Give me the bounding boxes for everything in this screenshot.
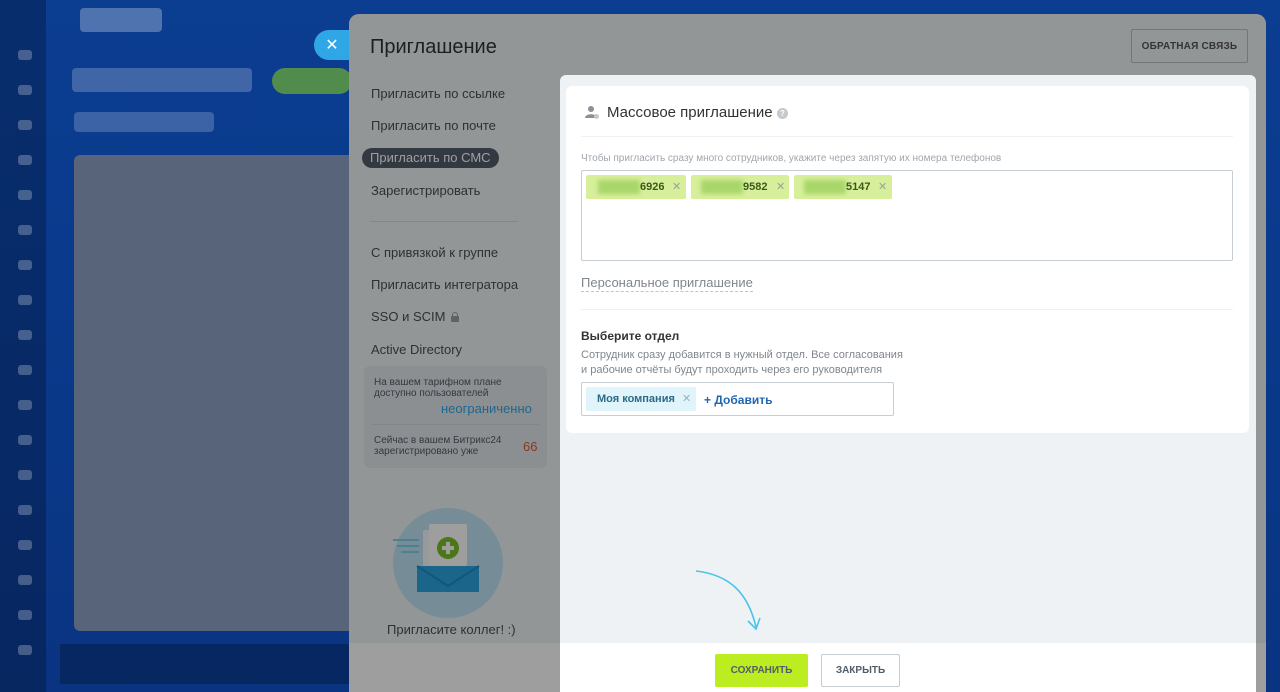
bg-menu-icon (18, 85, 32, 95)
nav-divider (370, 221, 518, 222)
bg-menu-icon (18, 575, 32, 585)
bg-page-title (72, 68, 252, 92)
registered-count: 66 (523, 439, 538, 454)
bg-footer (60, 644, 360, 684)
bg-menu-icon (18, 470, 32, 480)
bg-filter (74, 112, 214, 132)
save-button[interactable]: СОХРАНИТЬ (715, 654, 808, 687)
bg-menu-icon (18, 610, 32, 620)
bg-action-button (272, 68, 352, 94)
nav-invite-by-email[interactable]: Пригласить по почте (371, 118, 496, 133)
feedback-button[interactable]: ОБРАТНАЯ СВЯЗЬ (1131, 29, 1248, 63)
bg-menu-icon (18, 50, 32, 60)
close-icon: ✕ (325, 37, 339, 54)
phone-redacted (598, 180, 640, 194)
remove-icon[interactable]: ✕ (878, 175, 887, 199)
invite-envelope-illustration (393, 508, 503, 618)
nav-invite-by-sms[interactable]: Пригласить по СМС (362, 148, 499, 168)
phone-tag-value: 6926 (640, 181, 665, 193)
phones-hint: Чтобы пригласить сразу много сотрудников… (581, 153, 1002, 164)
personal-invite-link[interactable]: Персональное приглашение (581, 275, 753, 292)
phone-tag[interactable]: 9582 ✕ (691, 175, 789, 199)
nav-register[interactable]: Зарегистрировать (371, 183, 480, 198)
slider-title: Приглашение (370, 36, 497, 58)
info-divider (372, 424, 539, 425)
bg-menu-icon (18, 435, 32, 445)
bg-user-card (74, 155, 364, 631)
bg-menu-icon (18, 645, 32, 655)
phone-redacted (701, 180, 743, 194)
mass-invite-title: Массовое приглашение (607, 104, 773, 121)
illustration-caption: Пригласите коллег! :) (387, 622, 516, 637)
nav-active-directory[interactable]: Active Directory (371, 342, 462, 357)
bg-menu-icon (18, 400, 32, 410)
lock-icon (451, 312, 460, 322)
phone-tag[interactable]: 6926 ✕ (586, 175, 686, 199)
phone-redacted (804, 180, 846, 194)
close-button[interactable]: ЗАКРЫТЬ (821, 654, 900, 687)
nav-invite-by-link[interactable]: Пригласить по ссылке (371, 86, 505, 101)
department-title: Выберите отдел (581, 329, 680, 343)
nav-sso-label: SSO и SCIM (371, 309, 446, 324)
bg-menu-icon (18, 505, 32, 515)
bg-menu-icon (18, 295, 32, 305)
bg-menu-icon (18, 365, 32, 375)
user-icon (585, 106, 599, 119)
card-divider (581, 136, 1233, 137)
bg-menu-icon (18, 540, 32, 550)
remove-icon[interactable]: ✕ (776, 175, 785, 199)
nav-sso-scim[interactable]: SSO и SCIM (371, 309, 460, 324)
pointer-arrow-icon (695, 570, 761, 631)
nav-invite-integrator[interactable]: Пригласить интегратора (371, 277, 518, 292)
remove-icon[interactable]: ✕ (682, 387, 691, 411)
bg-menu-icon (18, 260, 32, 270)
phone-tag-value: 5147 (846, 181, 871, 193)
close-slider-button[interactable]: ✕ (314, 30, 350, 60)
bg-menu-icon (18, 330, 32, 340)
phone-tag[interactable]: 5147 ✕ (794, 175, 892, 199)
bg-menu-icon (18, 225, 32, 235)
card-divider (581, 309, 1233, 310)
phone-tag-value: 9582 (743, 181, 768, 193)
help-icon[interactable]: ? (777, 108, 788, 119)
bg-logo (80, 8, 162, 32)
department-tag[interactable]: Моя компания (586, 387, 696, 411)
envelope-icon (393, 524, 480, 592)
department-description: Сотрудник сразу добавится в нужный отдел… (581, 349, 903, 376)
bg-menu-icon (18, 155, 32, 165)
registered-text: Сейчас в вашем Битрикс24 зарегистрирован… (374, 435, 502, 457)
background-left-menu (0, 0, 46, 692)
remove-icon[interactable]: ✕ (672, 175, 681, 199)
nav-with-group[interactable]: С привязкой к группе (371, 245, 498, 260)
bg-menu-icon (18, 190, 32, 200)
footer-bar (560, 643, 1256, 692)
plan-text: На вашем тарифном плане доступно пользов… (374, 377, 502, 399)
bg-menu-icon (18, 120, 32, 130)
add-department-link[interactable]: + Добавить (704, 393, 772, 407)
plan-value: неограниченно (441, 401, 532, 416)
